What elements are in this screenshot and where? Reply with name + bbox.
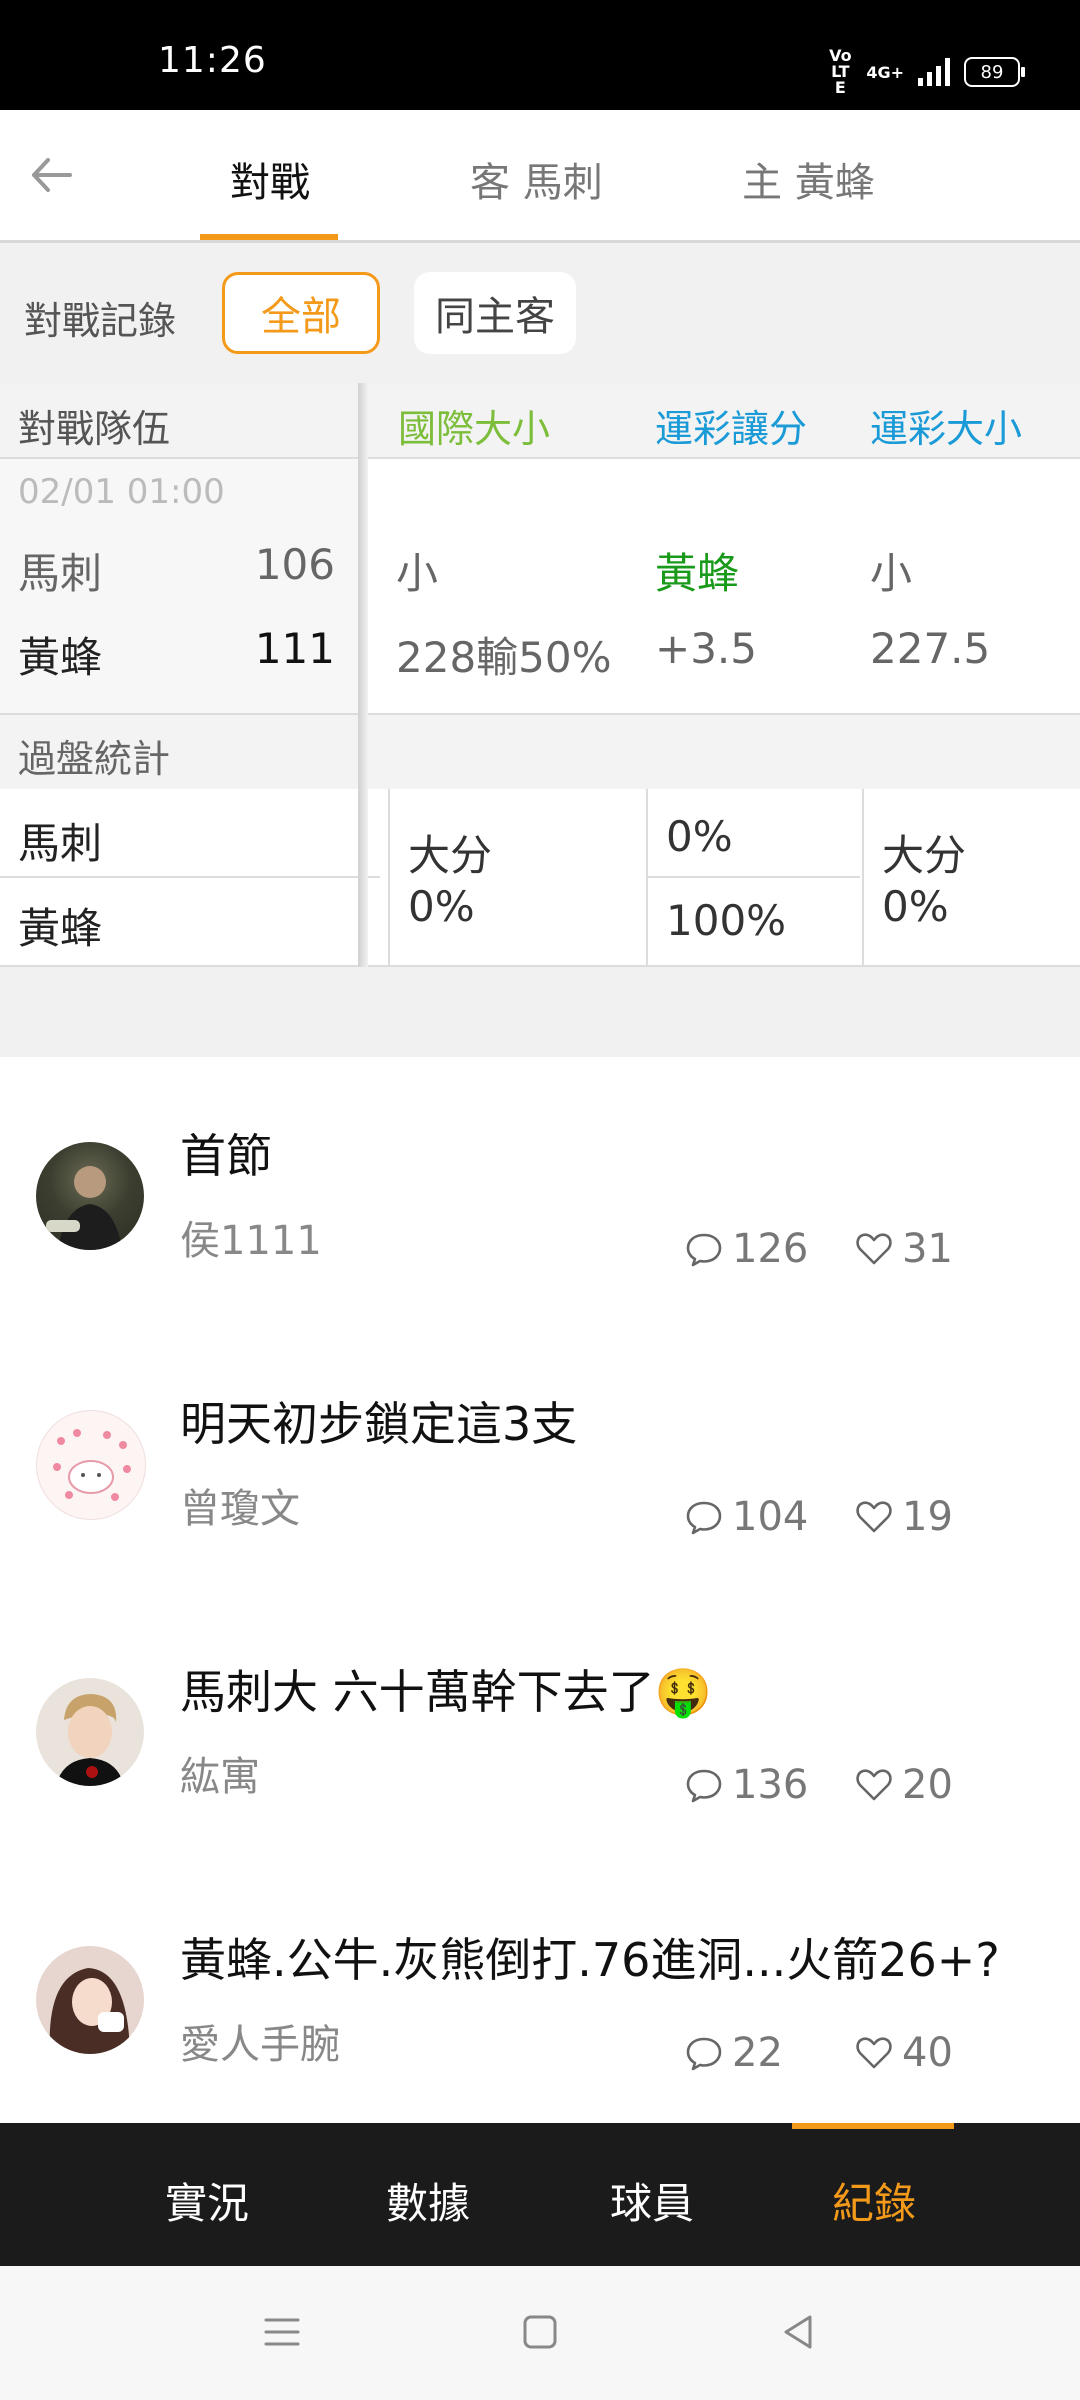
intl-total-result: 小	[396, 549, 439, 598]
menu-icon[interactable]	[262, 2312, 302, 2352]
divider	[0, 876, 380, 878]
divider	[862, 789, 864, 965]
comment-icon	[686, 1233, 722, 1267]
tab-away-team[interactable]: 客 馬刺	[470, 150, 603, 208]
heart-icon	[856, 1233, 892, 1265]
stats-total-pct: 0%	[882, 882, 949, 931]
divider	[388, 789, 390, 965]
back-icon[interactable]	[778, 2312, 818, 2352]
stats-spread-away-pct: 0%	[666, 812, 733, 861]
avatar[interactable]	[36, 1678, 144, 1786]
game-date: 02/01 01:00	[18, 472, 225, 512]
like-count-value: 31	[902, 1226, 953, 1272]
status-time: 11:26	[158, 40, 267, 81]
heart-icon	[856, 1501, 892, 1533]
divider	[646, 876, 860, 878]
comment-icon	[686, 1769, 722, 1803]
intl-total-line: 228輸50%	[396, 633, 612, 682]
home-team-name: 黃蜂	[18, 633, 103, 682]
like-count[interactable]: 20	[854, 1762, 953, 1808]
away-team-name: 馬刺	[18, 549, 103, 598]
stats-total-label: 大分	[882, 831, 967, 880]
section-gap	[0, 967, 1080, 1057]
tab-matchup[interactable]: 對戰	[230, 150, 310, 208]
comment-count[interactable]: 136	[684, 1762, 808, 1808]
avatar[interactable]	[36, 1410, 146, 1520]
like-count[interactable]: 31	[854, 1226, 953, 1272]
tab-records[interactable]: 紀錄	[832, 2170, 916, 2231]
header-lottery-spread: 運彩讓分	[655, 407, 808, 451]
back-arrow-icon[interactable]	[26, 150, 76, 200]
comment-count-value: 126	[732, 1226, 809, 1272]
volte-icon: Vo LTE	[829, 46, 852, 97]
like-count-value: 19	[902, 1494, 953, 1540]
post-title[interactable]: 黃蜂.公牛.灰熊倒打.76進洞...火箭26+?	[180, 1924, 1000, 1990]
post-title[interactable]: 馬刺大 六十萬幹下去了🤑	[180, 1656, 712, 1722]
home-icon[interactable]	[520, 2312, 560, 2352]
stats-label: 過盤統計	[18, 737, 171, 781]
system-navigation-bar	[0, 2266, 1080, 2400]
list-item[interactable]	[0, 1861, 1080, 2129]
post-author[interactable]: 曾瓊文	[180, 1476, 300, 1534]
signal-icon	[918, 58, 950, 86]
filter-all-button[interactable]: 全部	[222, 272, 380, 354]
comment-count-value: 22	[732, 2030, 783, 2076]
status-icons: Vo LTE 4G+ 89	[828, 46, 1025, 97]
lottery-total-line: 227.5	[870, 624, 991, 673]
like-count[interactable]: 19	[854, 1494, 953, 1540]
network-type-label: 4G+	[866, 62, 904, 82]
spread-line: +3.5	[655, 624, 757, 673]
post-author[interactable]: 紘寓	[180, 1744, 260, 1802]
stats-team-home: 黃蜂	[18, 904, 103, 953]
list-item[interactable]	[0, 1057, 1080, 1327]
heart-icon	[856, 2037, 892, 2069]
avatar[interactable]	[36, 1946, 144, 2054]
list-item[interactable]	[0, 1325, 1080, 1595]
post-title[interactable]: 明天初步鎖定這3支	[180, 1388, 577, 1454]
spread-result: 黃蜂	[655, 549, 740, 598]
tab-live[interactable]: 實況	[165, 2170, 249, 2231]
comment-count[interactable]: 22	[684, 2030, 783, 2076]
post-author[interactable]: 愛人手腕	[180, 2012, 340, 2070]
tab-players[interactable]: 球員	[610, 2170, 694, 2231]
filter-same-venue-button[interactable]: 同主客	[414, 272, 576, 354]
avatar[interactable]	[36, 1142, 144, 1250]
lottery-total-result: 小	[870, 549, 913, 598]
heart-icon	[856, 1769, 892, 1801]
list-item[interactable]	[0, 1593, 1080, 1863]
divider	[646, 789, 648, 965]
comment-count[interactable]: 104	[684, 1494, 808, 1540]
comment-count[interactable]: 126	[684, 1226, 808, 1272]
comment-count-value: 136	[732, 1762, 809, 1808]
active-tab-indicator	[200, 234, 338, 240]
stats-team-away: 馬刺	[18, 819, 103, 868]
comment-count-value: 104	[732, 1494, 809, 1540]
post-title[interactable]: 首節	[180, 1120, 272, 1186]
bottom-tab-bar	[0, 2123, 1080, 2266]
post-author[interactable]: 侯1111	[180, 1208, 322, 1266]
header-teams: 對戰隊伍	[18, 407, 171, 451]
comment-icon	[686, 1501, 722, 1535]
tab-home-team[interactable]: 主 黃蜂	[742, 150, 875, 208]
battery-icon: 89	[964, 57, 1025, 87]
stats-intl-label: 大分	[408, 831, 493, 880]
status-bar: 11:26 Vo LTE 4G+ 89	[0, 0, 1080, 110]
filter-label: 對戰記錄	[24, 299, 177, 343]
like-count[interactable]: 40	[854, 2030, 953, 2076]
like-count-value: 20	[902, 1762, 953, 1808]
away-team-score: 106	[254, 540, 335, 589]
comment-icon	[686, 2037, 722, 2071]
stats-spread-home-pct: 100%	[666, 896, 787, 945]
tab-stats[interactable]: 數據	[386, 2170, 470, 2231]
header-intl-total: 國際大小	[398, 407, 551, 451]
header-lottery-total: 運彩大小	[870, 407, 1023, 451]
stats-intl-pct: 0%	[408, 882, 475, 931]
frozen-column-shadow	[358, 383, 368, 968]
like-count-value: 40	[902, 2030, 953, 2076]
active-bottom-tab-indicator	[792, 2123, 954, 2129]
home-team-score: 111	[254, 624, 335, 673]
